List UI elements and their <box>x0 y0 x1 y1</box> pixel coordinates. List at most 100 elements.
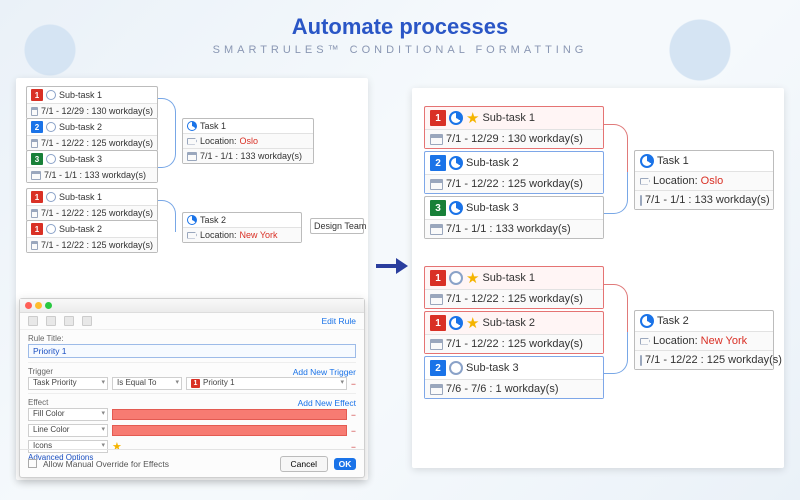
trigger-op-select[interactable]: Is Equal To <box>112 377 182 390</box>
priority-badge: 1 <box>430 270 446 286</box>
priority-badge: 1 <box>430 315 446 331</box>
add-effect-link[interactable]: Add New Effect <box>298 398 356 408</box>
task-date: 7/1 - 12/22 : 125 workday(s) <box>41 240 153 250</box>
calendar-icon <box>430 294 443 305</box>
effect-label: Effect <box>28 398 48 408</box>
task-name: Sub-task 3 <box>59 154 102 164</box>
effect-row-line: Line Color − <box>28 424 356 437</box>
trigger-field-select[interactable]: Task Priority <box>28 377 108 390</box>
location-label: Location: <box>653 175 698 187</box>
edit-rule-link[interactable]: Edit Rule <box>322 316 357 326</box>
star-icon: ★ <box>466 316 479 331</box>
priority-badge: 3 <box>430 200 446 216</box>
toolbar-button[interactable] <box>82 316 92 326</box>
remove-row-icon[interactable]: − <box>351 410 356 420</box>
zoom-icon[interactable] <box>45 302 52 309</box>
progress-icon <box>640 314 654 328</box>
toolbar-button[interactable] <box>64 316 74 326</box>
before-a-sub2[interactable]: 2Sub-task 2 7/1 - 12/22 : 125 workday(s) <box>26 118 158 151</box>
location-value: Oslo <box>701 175 724 187</box>
priority-badge: 1 <box>31 191 43 203</box>
task-name: Sub-task 3 <box>466 362 519 374</box>
task-date: 7/1 - 12/22 : 125 workday(s) <box>645 354 782 366</box>
minimize-icon[interactable] <box>35 302 42 309</box>
calendar-icon <box>430 224 443 235</box>
priority-badge: 1 <box>31 89 43 101</box>
add-trigger-link[interactable]: Add New Trigger <box>293 367 356 377</box>
toolbar-button[interactable] <box>46 316 56 326</box>
calendar-icon <box>640 355 642 366</box>
fill-color-swatch[interactable] <box>112 409 347 420</box>
task-name: Sub-task 2 <box>466 157 519 169</box>
override-label: Allow Manual Override for Effects <box>43 459 169 469</box>
task-date: 7/1 - 1/1 : 133 workday(s) <box>44 170 146 180</box>
progress-icon <box>46 154 56 164</box>
before-a-sub1[interactable]: 1Sub-task 1 7/1 - 12/29 : 130 workday(s) <box>26 86 158 119</box>
before-a-parent[interactable]: Task 1 Location: Oslo 7/1 - 1/1 : 133 wo… <box>182 118 314 164</box>
calendar-icon <box>187 152 197 161</box>
task-name: Sub-task 1 <box>482 112 535 124</box>
rule-title-label: Rule Title: <box>28 334 356 343</box>
connector <box>604 284 628 332</box>
after-a-sub2[interactable]: 2Sub-task 2 7/1 - 12/22 : 125 workday(s) <box>424 151 604 194</box>
task-name: Sub-task 2 <box>482 317 535 329</box>
task-date: 7/1 - 12/22 : 125 workday(s) <box>446 293 583 305</box>
rule-title-input[interactable] <box>28 344 356 358</box>
priority-badge: 3 <box>31 153 43 165</box>
progress-icon <box>449 316 463 330</box>
before-side-node[interactable]: Design Team <box>310 218 364 234</box>
after-a-parent[interactable]: Task 1 Location: Oslo 7/1 - 1/1 : 133 wo… <box>634 150 774 210</box>
connector <box>158 200 176 232</box>
cancel-button[interactable]: Cancel <box>280 456 328 472</box>
task-name: Task 2 <box>200 215 226 225</box>
before-b-parent[interactable]: Task 2 Location: New York <box>182 212 302 243</box>
priority-badge: 1 <box>191 379 200 388</box>
effect-type-select[interactable]: Fill Color <box>28 408 108 421</box>
progress-icon <box>46 90 56 100</box>
toolbar-button[interactable] <box>28 316 38 326</box>
progress-icon <box>449 156 463 170</box>
before-a-sub3[interactable]: 3 Sub-task 3 7/1 - 1/1 : 133 workday(s) <box>26 150 158 183</box>
tag-icon <box>187 232 197 239</box>
task-name: Task 1 <box>200 121 226 131</box>
priority-badge: 2 <box>31 121 43 133</box>
calendar-icon <box>430 179 443 190</box>
after-b-sub2[interactable]: 1 ★Sub-task 2 7/1 - 12/22 : 125 workday(s… <box>424 311 604 354</box>
before-b-sub2[interactable]: 1Sub-task 2 7/1 - 12/22 : 125 workday(s) <box>26 220 158 253</box>
progress-icon <box>46 224 56 234</box>
after-a-sub1[interactable]: 1★Sub-task 1 7/1 - 12/29 : 130 workday(s… <box>424 106 604 149</box>
connector <box>604 172 628 214</box>
task-name: Sub-task 3 <box>466 202 519 214</box>
calendar-icon <box>640 195 642 206</box>
connector <box>158 98 176 138</box>
dialog-body: Rule Title: Trigger Add New Trigger Task… <box>20 330 364 458</box>
task-name: Design Team <box>314 221 366 231</box>
task-date: 7/1 - 1/1 : 133 workday(s) <box>200 151 302 161</box>
star-icon: ★ <box>466 271 479 286</box>
location-label: Location: <box>200 136 237 146</box>
dialog-titlebar[interactable] <box>20 299 364 313</box>
task-date: 7/1 - 12/22 : 125 workday(s) <box>446 338 583 350</box>
priority-badge: 2 <box>430 155 446 171</box>
progress-icon <box>187 121 197 131</box>
task-date: 7/1 - 1/1 : 133 workday(s) <box>446 223 571 235</box>
before-panel: 1Sub-task 1 7/1 - 12/29 : 130 workday(s)… <box>16 78 368 480</box>
close-icon[interactable] <box>25 302 32 309</box>
after-b-sub3[interactable]: 2Sub-task 3 7/6 - 7/6 : 1 workday(s) <box>424 356 604 399</box>
progress-icon <box>449 111 463 125</box>
progress-icon <box>449 201 463 215</box>
progress-icon <box>46 122 56 132</box>
after-b-sub1[interactable]: 1★Sub-task 1 7/1 - 12/22 : 125 workday(s… <box>424 266 604 309</box>
override-checkbox[interactable] <box>28 459 37 468</box>
location-value: Oslo <box>240 136 259 146</box>
line-color-swatch[interactable] <box>112 425 347 436</box>
tag-icon <box>187 138 197 145</box>
remove-row-icon[interactable]: − <box>351 379 356 389</box>
effect-type-select[interactable]: Line Color <box>28 424 108 437</box>
trigger-value-select[interactable]: 1Priority 1 <box>186 377 347 390</box>
remove-row-icon[interactable]: − <box>351 426 356 436</box>
after-b-parent[interactable]: Task 2 Location: New York 7/1 - 12/22 : … <box>634 310 774 370</box>
after-a-sub3[interactable]: 3 Sub-task 3 7/1 - 1/1 : 133 workday(s) <box>424 196 604 239</box>
before-b-sub1[interactable]: 1Sub-task 1 7/1 - 12/22 : 125 workday(s) <box>26 188 158 221</box>
ok-button[interactable]: OK <box>334 458 356 470</box>
